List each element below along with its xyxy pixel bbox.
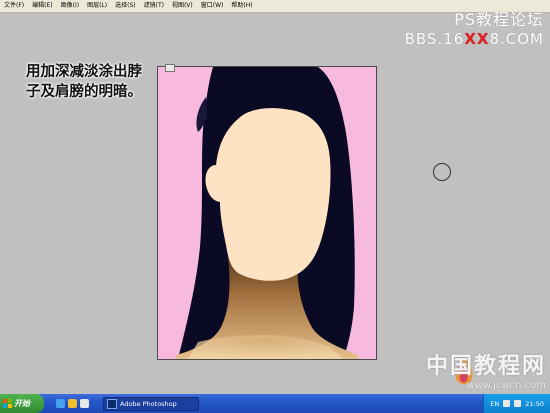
tray-icon[interactable] (514, 400, 522, 407)
menu-layer[interactable]: 图层(L) (83, 0, 111, 12)
taskbar-photoshop-label: Adobe Photoshop (120, 399, 177, 408)
tray-language[interactable]: EN (490, 400, 499, 408)
start-button[interactable]: 开始 (0, 394, 44, 413)
quick-launch (56, 399, 89, 408)
browser-icon[interactable] (56, 399, 65, 408)
media-icon[interactable] (68, 399, 77, 408)
watermark-url: BBS.16XX8.COM (404, 30, 544, 48)
menu-view[interactable]: 视图(V) (168, 0, 197, 12)
instruction-line-2: 子及肩膀的明暗。 (26, 84, 142, 100)
taskbar-photoshop-button[interactable]: Adobe Photoshop (103, 396, 199, 411)
menu-help[interactable]: 帮助(H) (227, 0, 256, 12)
menu-window[interactable]: 窗口(W) (197, 0, 228, 12)
watermark-top: PS教程论坛 BBS.16XX8.COM (405, 6, 544, 48)
menu-file[interactable]: 文件(F) (0, 0, 28, 12)
watermark-site-url: www.jcwcn.com (466, 380, 546, 391)
menu-filter[interactable]: 滤镜(T) (140, 0, 168, 12)
instruction-line-1: 用加深减淡涂出脖 (26, 64, 142, 80)
watermark-site-name: 中国教程网 (425, 354, 546, 379)
portrait-illustration (176, 67, 358, 359)
document-corner-icon (165, 64, 175, 72)
menu-image[interactable]: 图像(I) (57, 0, 83, 12)
photoshop-icon (107, 398, 117, 409)
system-tray: EN 21:50 (483, 394, 550, 413)
instruction-text: 用加深减淡涂出脖 子及肩膀的明暗。 (26, 62, 176, 102)
watermark-bottom: 中国教程网 www.jcwcn.com (426, 348, 546, 391)
taskbar: 开始 Adobe Photoshop EN 21:50 (0, 394, 550, 413)
windows-flag-icon (3, 399, 12, 408)
brush-cursor-icon (433, 163, 451, 181)
desktop-icon[interactable] (80, 399, 89, 408)
start-label: 开始 (14, 399, 30, 408)
document-canvas[interactable] (157, 66, 377, 360)
watermark-title: PS教程论坛 (454, 10, 544, 29)
menu-edit[interactable]: 编辑(E) (28, 0, 56, 12)
menu-select[interactable]: 选择(S) (111, 0, 140, 12)
tray-icon[interactable] (503, 400, 511, 407)
tray-clock: 21:50 (525, 399, 544, 408)
